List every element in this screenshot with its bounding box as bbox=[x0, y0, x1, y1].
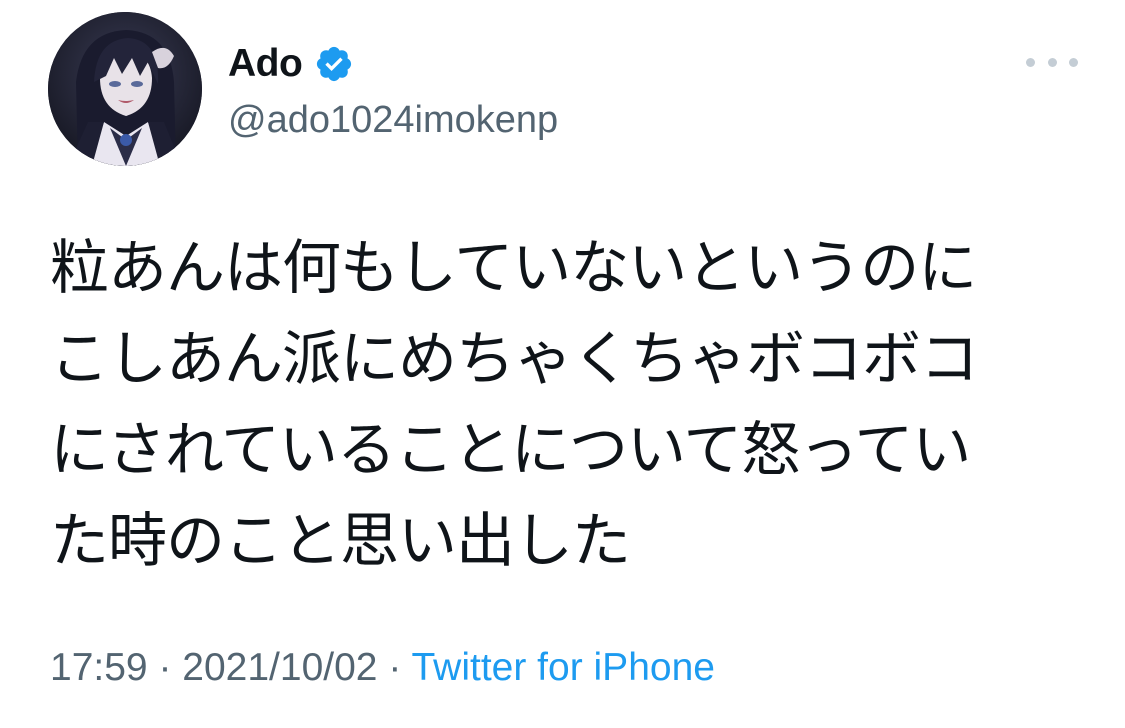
avatar-illustration bbox=[48, 12, 202, 166]
display-name[interactable]: Ado bbox=[228, 40, 303, 88]
tweet-source-link[interactable]: Twitter for iPhone bbox=[411, 646, 714, 689]
tweet-text-line: 粒あんは何もしていないというのに bbox=[50, 233, 977, 302]
more-dot bbox=[1026, 57, 1035, 67]
more-dot bbox=[1069, 57, 1078, 67]
tweet-meta: 17:59 · 2021/10/02 · Twitter for iPhone bbox=[50, 640, 715, 696]
verified-badge-icon bbox=[314, 44, 354, 84]
tweet-text: 粒あんは何もしていないというのに こしあん派にめちゃくちゃボコボコ にされている… bbox=[50, 222, 1070, 586]
avatar[interactable] bbox=[48, 12, 202, 166]
tweet-date[interactable]: 2021/10/02 bbox=[182, 646, 377, 689]
tweet-text-line: た時のこと思い出した bbox=[50, 506, 631, 575]
user-name-row[interactable]: Ado bbox=[228, 40, 354, 88]
more-dot bbox=[1047, 57, 1057, 67]
more-horizontal-icon[interactable] bbox=[1026, 48, 1078, 76]
user-handle[interactable]: @ado1024imokenp bbox=[228, 96, 558, 144]
meta-separator: · bbox=[158, 646, 172, 689]
tweet-text-line: こしあん派にめちゃくちゃボコボコ bbox=[50, 324, 979, 393]
meta-separator: · bbox=[388, 646, 402, 689]
tweet-text-line: にされていることについて怒ってい bbox=[50, 415, 971, 484]
tweet-card: Ado @ado1024imokenp 粒あんは何もしていないというのに こしあ… bbox=[0, 0, 1125, 728]
tweet-time[interactable]: 17:59 bbox=[50, 646, 148, 689]
